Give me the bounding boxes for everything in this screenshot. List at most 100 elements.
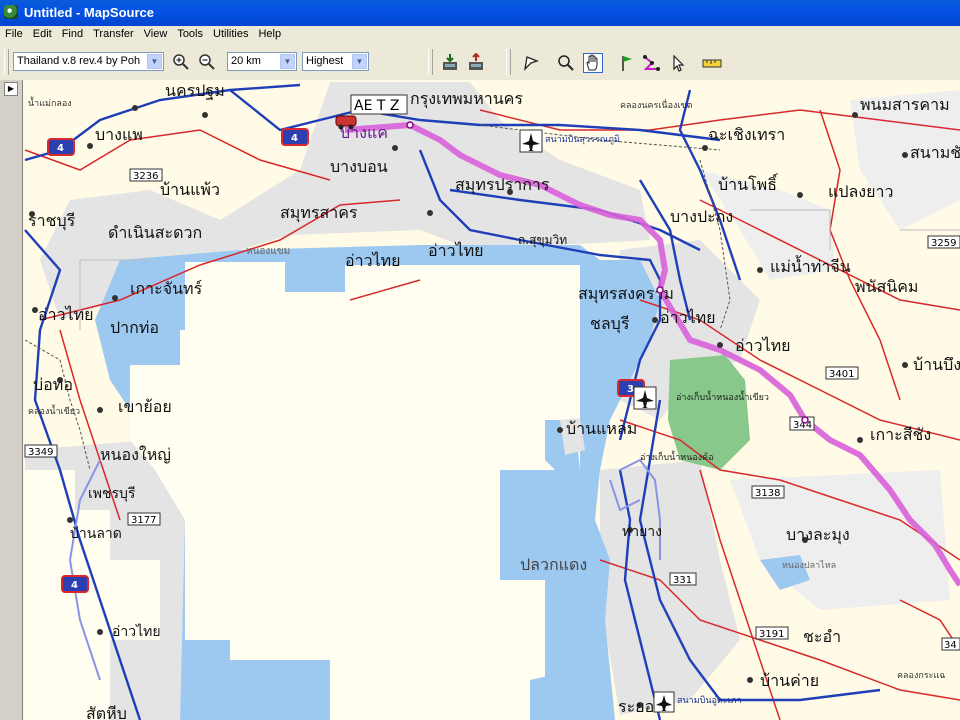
route-shield: 3177 [131, 515, 156, 526]
menu-view[interactable]: View [139, 26, 173, 40]
mapsource-app-icon [4, 5, 18, 19]
detail-level-value: Highest [306, 55, 344, 67]
airport-icon [519, 129, 543, 153]
menu-file[interactable]: File [0, 26, 28, 40]
route-tool-icon[interactable] [642, 53, 662, 73]
toolbar-grip[interactable] [4, 49, 9, 75]
waypoint-flag-icon[interactable] [617, 53, 637, 73]
place-label: พนมสารคาม [860, 95, 950, 114]
place-label: นครปฐม [165, 81, 225, 100]
toolbar-grip[interactable] [428, 49, 433, 75]
distance-ruler-icon[interactable] [701, 53, 722, 73]
waypoint-label: AE T Z [354, 98, 399, 114]
river-label: หนองแขม [246, 246, 290, 257]
menu-find[interactable]: Find [57, 26, 88, 40]
place-label: ปลวกแดง [520, 555, 587, 574]
place-label: บางแพ [95, 125, 143, 144]
place-label: อ่าวไทย [38, 305, 94, 324]
place-label: อ่าวไทย [660, 308, 716, 327]
map-view[interactable]: นครปฐม กรุงเทพมหานคร พนมสารคาม บางแพ บาง… [23, 80, 960, 720]
place-label: สมุทรสาคร [280, 203, 358, 223]
highway-shield: 3 [627, 384, 634, 395]
place-label: อ่าวไทย [112, 623, 161, 640]
zoom-out-icon[interactable] [197, 53, 217, 73]
airport-label: สนามบินสุวรรณภูมิ [545, 134, 620, 145]
place-label: เขาย้อย [118, 397, 172, 416]
toolbar-grip[interactable] [506, 49, 511, 75]
send-to-device-icon[interactable] [466, 52, 486, 73]
airport-icon [653, 691, 675, 713]
receive-from-device-icon[interactable] [440, 53, 460, 73]
place-label: บ้านแพ้ว [160, 180, 220, 199]
zoom-in-icon[interactable] [171, 53, 191, 73]
route-shield: 331 [673, 575, 692, 586]
place-label: ปากท่อ [110, 318, 159, 337]
place-label: ฉะเชิงเทรา [708, 125, 785, 144]
place-label: บางละมุง [786, 525, 850, 545]
menu-tools[interactable]: Tools [172, 26, 208, 40]
selection-tool-icon[interactable] [521, 53, 541, 73]
window-title: Untitled - MapSource [24, 5, 155, 20]
route-shield: 3236 [133, 171, 158, 182]
map-canvas[interactable]: นครปฐม กรุงเทพมหานคร พนมสารคาม บางแพ บาง… [23, 80, 960, 720]
place-label: สมุทรปราการ [455, 175, 550, 195]
place-label: อ่าวไทย [428, 241, 484, 260]
place-label: อ่าวไทย [735, 336, 791, 355]
route-shield: 34 [944, 640, 957, 651]
place-label: สัตหีบ [86, 704, 127, 720]
highway-shield: 4 [57, 143, 64, 154]
route-shield: 3191 [759, 629, 784, 640]
chevron-down-icon[interactable]: ▼ [352, 54, 367, 69]
place-label: บ้านลาด [70, 526, 122, 542]
place-label: เกาะจันทร์ [130, 279, 203, 298]
menu-bar: File Edit Find Transfer View Tools Utilities He… [0, 26, 960, 44]
chevron-down-icon[interactable]: ▼ [147, 54, 162, 69]
place-label: ราชบุรี [28, 211, 76, 231]
place-label: สนามชัย [910, 143, 960, 162]
menu-edit[interactable]: Edit [28, 26, 57, 40]
menu-transfer[interactable]: Transfer [88, 26, 139, 40]
zoom-scale-value: 20 km [231, 55, 261, 67]
expand-panel-arrow-icon[interactable]: ▶ [4, 82, 18, 96]
place-label: บางบอน [330, 157, 388, 176]
place-label: แปลงยาว [828, 182, 893, 201]
place-label: บ่อทอ [33, 375, 73, 394]
place-label: เกาะสีชัง [870, 425, 931, 444]
road-label: ถ.สุขุมวิท [518, 233, 567, 248]
pointer-tool-icon[interactable] [668, 53, 688, 73]
place-label: ชลบุรี [590, 314, 630, 334]
highway-shield: 4 [291, 133, 298, 144]
title-bar: Untitled - MapSource [0, 0, 960, 26]
menu-utilities[interactable]: Utilities [208, 26, 253, 40]
place-label: เพชรบุรี [88, 486, 136, 502]
place-label: พนัสนิคม [855, 277, 918, 296]
waypoint-label-box[interactable]: AE T Z [350, 94, 408, 115]
chevron-down-icon[interactable]: ▼ [280, 54, 295, 69]
place-label: อ่าวไทย [345, 251, 401, 270]
route-shield: 3259 [931, 238, 956, 249]
reservoir-label: หนองปลาไหล [782, 560, 836, 571]
place-label: บ้านแหลม [566, 419, 637, 438]
route-shield: 3401 [829, 369, 854, 380]
map-product-select[interactable]: Thailand v.8 rev.4 by Poh ▼ [13, 52, 164, 71]
toolbar: Thailand v.8 rev.4 by Poh ▼ 20 km ▼ High… [0, 44, 960, 81]
minor-label: คลองกระแฉ [897, 671, 945, 681]
place-label: บ้านบึง [913, 355, 960, 374]
airport-icon [633, 386, 657, 410]
place-label: ชะอำ [803, 627, 841, 646]
zoom-tool-icon[interactable] [556, 53, 576, 73]
place-label: ดำเนินสะดวก [108, 223, 202, 242]
route-shield: 3138 [755, 488, 780, 499]
hand-pan-tool-icon[interactable] [583, 53, 603, 73]
place-label: บ้านโพธิ์ [718, 173, 779, 194]
collapsed-side-panel: ▶ [0, 80, 23, 720]
place-label: ท่ายาง [622, 524, 662, 540]
place-label: บางปะกง [670, 207, 733, 226]
airport-label: สนามบินอู่ตะเภา [677, 695, 742, 706]
place-label: แม่น้ำท่าจีน [770, 255, 851, 276]
place-label: บ้านค่าย [760, 671, 819, 690]
detail-level-select[interactable]: Highest ▼ [302, 52, 369, 71]
zoom-scale-select[interactable]: 20 km ▼ [227, 52, 297, 71]
menu-help[interactable]: Help [253, 26, 286, 40]
map-product-value: Thailand v.8 rev.4 by Poh [17, 55, 141, 67]
